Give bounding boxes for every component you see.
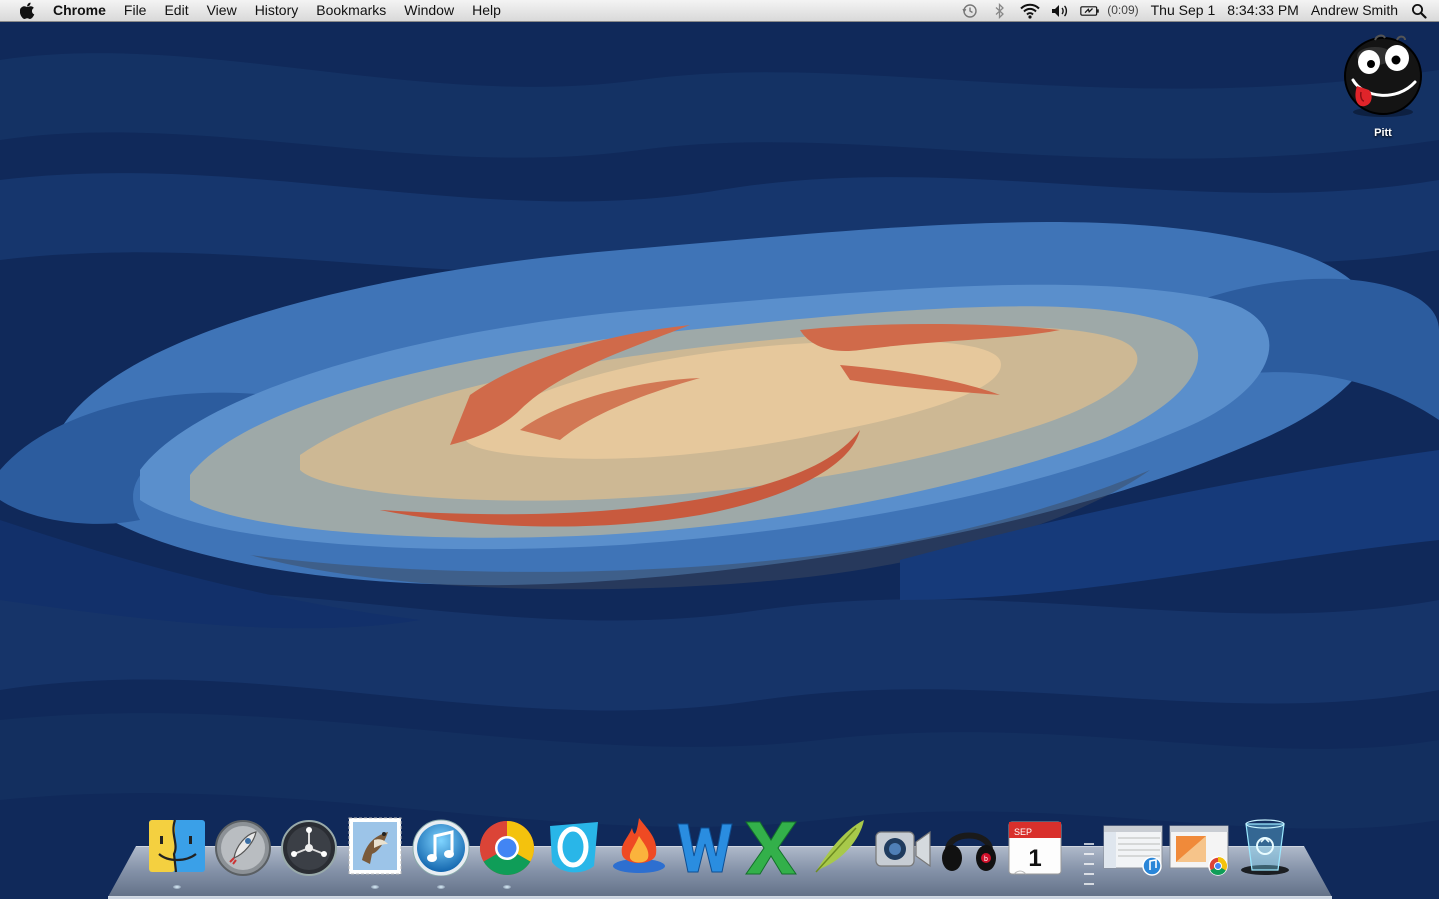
desktop-wallpaper: [0, 0, 1439, 899]
word-w-icon: [677, 823, 733, 873]
black-emoji-face-icon: [1344, 34, 1422, 117]
dock-item-chrome[interactable]: [476, 814, 538, 889]
chrome-window-thumbnail-icon: [1169, 825, 1229, 876]
flame-icon: [613, 818, 665, 873]
dock-item-word[interactable]: [674, 814, 736, 880]
time-machine-icon[interactable]: [960, 0, 980, 21]
menu-edit[interactable]: Edit: [155, 0, 197, 21]
menu-bookmarks[interactable]: Bookmarks: [307, 0, 395, 21]
dock-item-calendar[interactable]: SEP 1: [1004, 814, 1066, 880]
finder-icon: [149, 819, 205, 873]
calendar-icon: SEP 1: [1008, 821, 1062, 875]
running-indicator: [437, 885, 445, 889]
dock-item-flame[interactable]: [608, 814, 670, 880]
running-indicator: [503, 885, 511, 889]
battery-time-remaining: (0:09): [1107, 3, 1139, 17]
menu-view[interactable]: View: [198, 0, 246, 21]
menubar-date[interactable]: Thu Sep 1: [1145, 0, 1222, 21]
dock-item-mission-control[interactable]: [278, 814, 340, 880]
user-account-menu[interactable]: Andrew Smith: [1305, 0, 1404, 21]
calendar-month: SEP: [1014, 827, 1032, 837]
battery-charging-icon[interactable]: [1080, 0, 1100, 21]
menu-window[interactable]: Window: [395, 0, 463, 21]
dock-separator: [1084, 843, 1094, 885]
running-indicator: [173, 885, 181, 889]
opera-icon: [550, 822, 598, 873]
dock-minimized-chrome-window[interactable]: [1168, 814, 1230, 880]
bluetooth-icon[interactable]: [990, 0, 1010, 21]
mail-stamp-icon: [348, 817, 402, 875]
svg-text:b: b: [984, 856, 988, 863]
beats-headphones-icon: b: [942, 832, 996, 871]
facetime-camera-icon: [875, 830, 931, 868]
dock-item-opera[interactable]: [542, 814, 604, 880]
dock-item-feather[interactable]: [806, 814, 868, 880]
itunes-window-thumbnail-icon: [1103, 825, 1163, 876]
dock-item-finder[interactable]: [146, 814, 208, 889]
menubar-clock[interactable]: 8:34:33 PM: [1221, 0, 1305, 21]
excel-x-icon: [745, 821, 797, 875]
itunes-note-icon: [412, 819, 470, 876]
dock-item-beats[interactable]: b: [938, 814, 1000, 880]
chrome-icon: [479, 821, 535, 876]
menu-file[interactable]: File: [115, 0, 156, 21]
desktop-icon-pitt[interactable]: Pitt: [1335, 30, 1431, 139]
dock-item-itunes[interactable]: [410, 814, 472, 889]
menu-bar: Chrome File Edit View History Bookmarks …: [0, 0, 1439, 22]
dock-minimized-itunes-window[interactable]: [1102, 814, 1164, 880]
volume-icon[interactable]: [1050, 0, 1070, 21]
spotlight-search-icon[interactable]: [1409, 0, 1429, 21]
calendar-day: 1: [1028, 845, 1041, 872]
dock-item-launchpad[interactable]: [212, 814, 274, 880]
mission-control-icon: [281, 820, 337, 876]
menu-help[interactable]: Help: [463, 0, 510, 21]
menu-app-name[interactable]: Chrome: [44, 0, 115, 21]
dock-item-facetime[interactable]: [872, 814, 934, 880]
feather-quill-icon: [815, 820, 864, 873]
apple-menu-icon[interactable]: [10, 0, 44, 21]
dock-item-mail[interactable]: [344, 814, 406, 889]
running-indicator: [371, 885, 379, 889]
dock-item-excel[interactable]: [740, 814, 802, 880]
wifi-icon[interactable]: [1020, 0, 1040, 21]
dock-item-trash[interactable]: [1234, 814, 1296, 880]
desktop-icon-label: Pitt: [1374, 127, 1392, 139]
trash-recycle-icon: [1241, 819, 1289, 875]
launchpad-rocket-icon: [215, 820, 271, 876]
menu-history[interactable]: History: [246, 0, 308, 21]
